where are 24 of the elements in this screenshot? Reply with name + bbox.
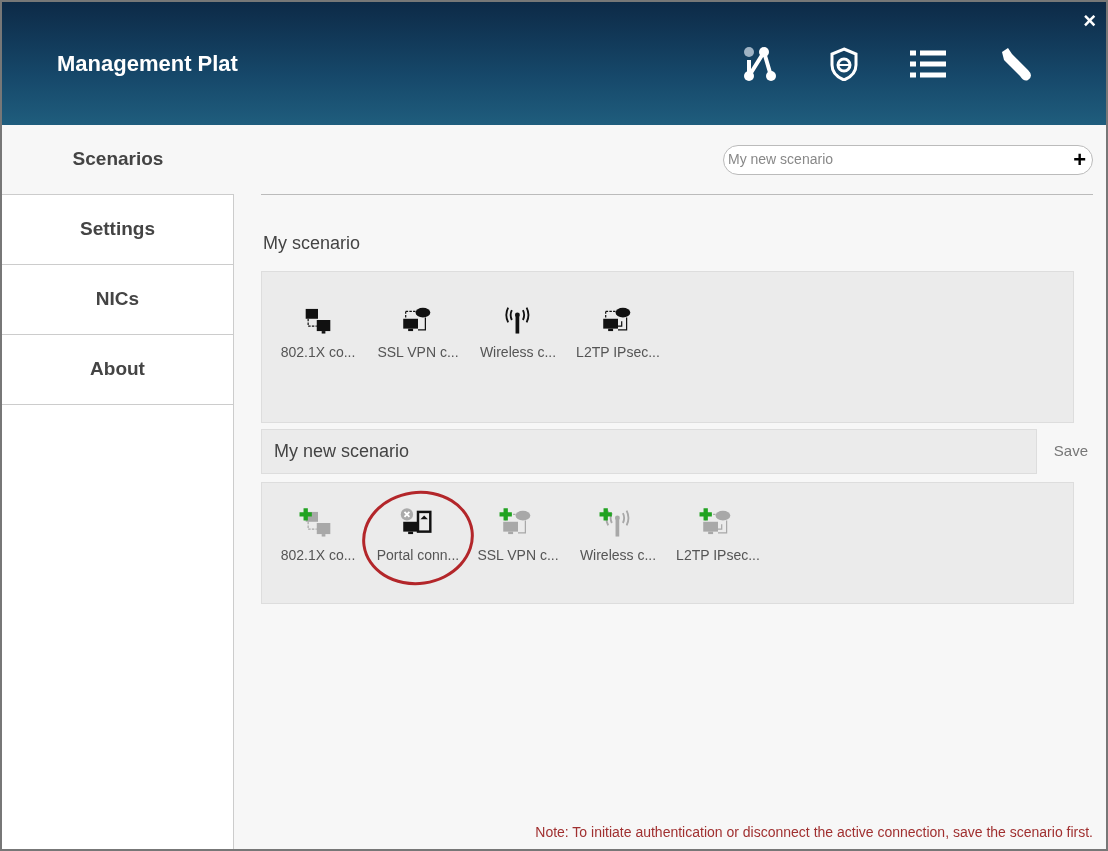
window-title: Management Plat: [57, 50, 238, 78]
scenario-title: My scenario: [263, 232, 362, 255]
connection-item[interactable]: Portal conn...: [374, 507, 462, 566]
save-button[interactable]: Save: [1053, 440, 1088, 463]
scenario-name-field[interactable]: My new scenario: [261, 429, 1037, 474]
sidebar-item[interactable]: Scenarios: [2, 125, 234, 195]
sidebar-item[interactable]: About: [2, 335, 234, 405]
sidebar-item[interactable]: Settings: [2, 195, 234, 265]
connection-item[interactable]: Wireless c...: [474, 304, 562, 363]
menu-icon[interactable]: [910, 48, 946, 79]
topology-icon[interactable]: [742, 45, 778, 82]
note-text: Note: To initiate authentication or disconnect the active connection, save the scenario first.: [535, 823, 1093, 842]
shield-icon[interactable]: [830, 46, 858, 81]
connection-item[interactable]: Wireless c...: [574, 507, 662, 566]
connection-item[interactable]: 802.1X co...: [274, 507, 362, 566]
add-button[interactable]: +: [1073, 148, 1086, 171]
search-field[interactable]: My new scenario +: [723, 144, 1093, 175]
connection-item[interactable]: SSL VPN c...: [374, 304, 462, 363]
connection-item[interactable]: L2TP IPsec...: [574, 304, 662, 363]
connection-item[interactable]: L2TP IPsec...: [674, 507, 762, 566]
sidebar-item[interactable]: NICs: [2, 265, 234, 335]
connection-item[interactable]: SSL VPN c...: [474, 507, 562, 566]
close-button[interactable]: ×: [1083, 10, 1096, 32]
connection-item[interactable]: 802.1X co...: [274, 304, 362, 363]
